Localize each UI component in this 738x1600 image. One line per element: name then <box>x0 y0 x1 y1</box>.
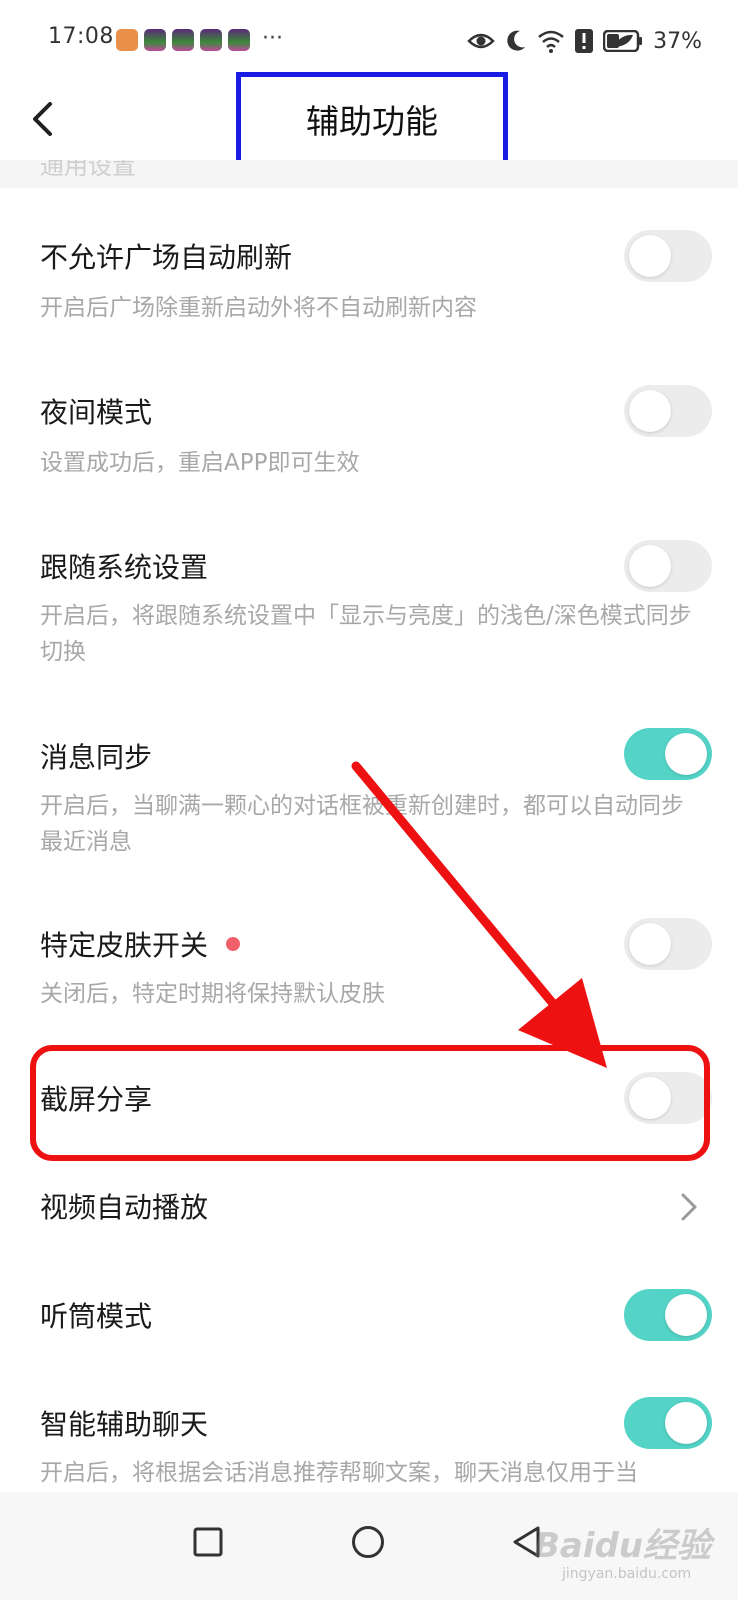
setting-description: 开启后，将跟随系统设置中「显示与亮度」的浅色/深色模式同步切换 <box>40 603 692 665</box>
toggle-knob <box>629 1077 671 1119</box>
setting-title-text: 特定皮肤开关 <box>40 929 209 962</box>
toggle-knob <box>665 1402 707 1444</box>
navigation-bar: Baidu经验 jingyan.baidu.com <box>0 1492 738 1600</box>
setting-description: 设置成功后，重启APP即可生效 <box>40 450 360 476</box>
setting-description: 开启后，将根据会话消息推荐帮聊文案，聊天消息仅用于当 <box>40 1460 638 1486</box>
chevron-left-icon <box>30 101 54 141</box>
toggle-switch[interactable] <box>624 1397 712 1449</box>
setting-title: 夜间模式 <box>40 396 153 429</box>
toggle-knob <box>629 235 671 277</box>
setting-title: 听筒模式 <box>40 1300 153 1333</box>
section-header-peek: 通用设置 <box>0 160 738 188</box>
red-dot-badge <box>226 937 241 951</box>
setting-title: 智能辅助聊天 <box>40 1408 209 1441</box>
toggle-knob <box>665 733 707 775</box>
circle-icon <box>351 1525 385 1563</box>
eye-icon <box>467 31 495 51</box>
setting-row-earpiece-mode: 听筒模式 <box>0 1275 738 1355</box>
status-bar: 17:08 ··· 37% <box>0 0 738 82</box>
wifi-icon <box>537 29 565 53</box>
back-button[interactable] <box>20 96 64 146</box>
setting-row-follow-system: 跟随系统设置 开启后，将跟随系统设置中「显示与亮度」的浅色/深色模式同步切换 <box>0 510 738 690</box>
header: 辅助功能 <box>0 72 738 166</box>
toggle-knob <box>629 545 671 587</box>
home-button[interactable] <box>338 1514 398 1574</box>
alert-icon <box>575 29 594 53</box>
status-time: 17:08 <box>48 24 114 49</box>
setting-row-message-sync: 消息同步 开启后，当聊满一颗心的对话框被重新创建时，都可以自动同步最近消息 <box>0 700 738 880</box>
app-notification-icon <box>116 29 138 51</box>
recent-apps-button[interactable] <box>178 1514 238 1574</box>
setting-description: 开启后，当聊满一颗心的对话框被重新创建时，都可以自动同步最近消息 <box>40 793 684 855</box>
more-notifications-icon: ··· <box>262 26 283 51</box>
watermark-url: jingyan.baidu.com <box>562 1566 692 1582</box>
setting-row-night-mode: 夜间模式 设置成功后，重启APP即可生效 <box>0 355 738 505</box>
toggle-switch[interactable] <box>624 540 712 592</box>
battery-icon <box>603 30 643 52</box>
moon-icon <box>505 29 527 53</box>
setting-row-disable-square-refresh: 不允许广场自动刷新 开启后广场除重新启动外将不自动刷新内容 <box>0 200 738 350</box>
toggle-switch[interactable] <box>624 1289 712 1341</box>
game-notification-icon <box>228 29 250 51</box>
setting-row-screenshot-share: 截屏分享 <box>0 1060 738 1150</box>
page-title: 辅助功能 <box>306 102 438 141</box>
setting-title: 消息同步 <box>40 741 153 774</box>
setting-title: 截屏分享 <box>40 1083 153 1116</box>
toggle-switch[interactable] <box>624 918 712 970</box>
toggle-switch[interactable] <box>624 1072 712 1124</box>
baidu-watermark: Baidu经验 jingyan.baidu.com <box>534 1498 724 1594</box>
setting-description: 开启后广场除重新启动外将不自动刷新内容 <box>40 295 477 321</box>
toggle-switch[interactable] <box>624 230 712 282</box>
setting-row-special-skin: 特定皮肤开关 关闭后，特定时期将保持默认皮肤 <box>0 890 738 1040</box>
watermark-brand: Baidu经验 <box>534 1526 712 1566</box>
game-notification-icon <box>172 29 194 51</box>
game-notification-icon <box>144 29 166 51</box>
setting-title: 不允许广场自动刷新 <box>40 241 293 274</box>
chevron-right-icon <box>678 1192 700 1222</box>
setting-row-smart-chat: 智能辅助聊天 开启后，将根据会话消息推荐帮聊文案，聊天消息仅用于当 <box>0 1385 738 1495</box>
battery-percent: 37% <box>653 28 702 54</box>
setting-title: 特定皮肤开关 <box>40 924 241 964</box>
title-annotation-box: 辅助功能 <box>236 72 508 166</box>
toggle-knob <box>629 923 671 965</box>
setting-title: 跟随系统设置 <box>40 551 209 584</box>
toggle-knob <box>665 1294 707 1336</box>
section-header-label: 通用设置 <box>40 160 136 180</box>
setting-row-video-autoplay[interactable]: 视频自动播放 <box>0 1170 738 1250</box>
toggle-switch[interactable] <box>624 385 712 437</box>
toggle-knob <box>629 390 671 432</box>
game-notification-icon <box>200 29 222 51</box>
toggle-switch[interactable] <box>624 728 712 780</box>
setting-description: 关闭后，特定时期将保持默认皮肤 <box>40 981 385 1007</box>
square-icon <box>193 1527 223 1561</box>
setting-title: 视频自动播放 <box>40 1191 209 1224</box>
